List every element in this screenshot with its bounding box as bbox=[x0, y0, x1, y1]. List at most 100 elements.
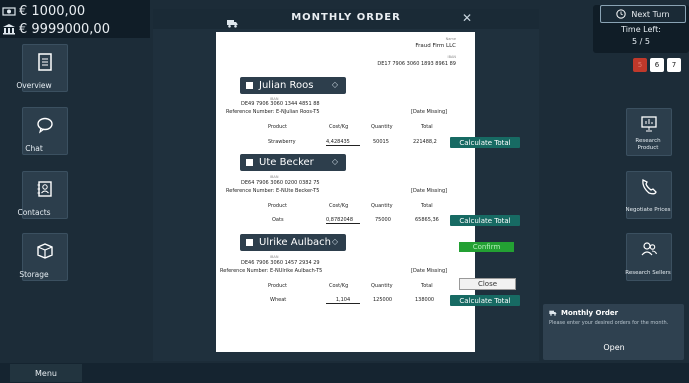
buyer-name: Fraud Firm LLC bbox=[415, 43, 456, 49]
calculate-total-button[interactable]: Calculate Total bbox=[450, 215, 520, 226]
research-sellers-label: Research Sellers bbox=[625, 270, 671, 276]
buyer-iban-label: IBAN bbox=[447, 55, 456, 59]
cash-balance: € 1000,00 bbox=[2, 2, 85, 20]
cost-field[interactable]: 1,104 bbox=[326, 297, 360, 304]
negotiate-prices-label: Negotiate Prices bbox=[625, 207, 671, 213]
chevron-down-icon: ◇ bbox=[331, 237, 338, 246]
turn-box: 6 bbox=[650, 58, 664, 72]
seller-iban-label: IBAN bbox=[270, 175, 279, 179]
cost-field[interactable]: 4,428435 bbox=[326, 139, 360, 146]
product-header: Product bbox=[268, 124, 287, 130]
seller-dropdown[interactable]: Julian Roos ◇ bbox=[240, 77, 346, 94]
bank-balance: € 9999000,00 bbox=[2, 20, 110, 38]
overview-button[interactable]: Overview bbox=[16, 44, 68, 92]
close-button[interactable]: Close bbox=[459, 278, 516, 290]
cash-balance-value: € 1000,00 bbox=[19, 3, 86, 19]
time-left-value: 5 / 5 bbox=[632, 37, 650, 46]
chat-label: Chat bbox=[25, 144, 43, 153]
buyer-name-label: Name bbox=[445, 37, 456, 41]
notification-title: Monthly Order bbox=[549, 309, 618, 317]
total-value: 221488,2 bbox=[413, 139, 437, 145]
total-value: 138000 bbox=[415, 297, 435, 303]
clock-icon bbox=[616, 9, 627, 19]
calculate-total-button[interactable]: Calculate Total bbox=[450, 137, 520, 148]
cash-icon bbox=[2, 5, 16, 17]
turn-number: 6 bbox=[654, 61, 660, 69]
seller-iban-label: IBAN bbox=[270, 255, 279, 259]
reference-number: Reference Number: E-NJulian Roos-T5 bbox=[226, 109, 320, 115]
phone-icon bbox=[642, 179, 657, 195]
product-header: Product bbox=[268, 203, 287, 209]
product-value: Oats bbox=[272, 217, 284, 223]
bottom-bar bbox=[0, 363, 689, 383]
modal-title: MONTHLY ORDER bbox=[291, 12, 401, 23]
cost-header: Cost/Kg bbox=[329, 203, 349, 209]
box-icon bbox=[37, 243, 53, 259]
truck-icon bbox=[549, 310, 557, 316]
cost-field[interactable]: 0,8782048 bbox=[326, 217, 360, 224]
storage-label: Storage bbox=[19, 270, 49, 279]
calculate-total-button[interactable]: Calculate Total bbox=[450, 295, 520, 306]
turn-box: 7 bbox=[667, 58, 681, 72]
reference-number: Reference Number: E-NUte Becker-T5 bbox=[226, 188, 320, 194]
notification-title-text: Monthly Order bbox=[561, 309, 619, 317]
confirm-button[interactable]: Confirm bbox=[459, 242, 514, 252]
chevron-down-icon: ◇ bbox=[331, 157, 338, 166]
research-product-label: Research Product bbox=[635, 138, 661, 151]
seller-checkbox[interactable] bbox=[246, 159, 253, 166]
seller-name: Ute Becker bbox=[259, 157, 314, 168]
reference-number: Reference Number: E-NUlrike Aulbach-T5 bbox=[220, 268, 323, 274]
notification-open-button[interactable]: Open bbox=[590, 343, 638, 352]
menu-button[interactable]: Menu bbox=[10, 364, 82, 382]
next-turn-button[interactable]: Next Turn bbox=[600, 5, 686, 23]
seller-iban: DE64 7906 3060 0200 0382 75 bbox=[241, 180, 320, 186]
seller-checkbox[interactable] bbox=[246, 239, 253, 246]
cost-header: Cost/Kg bbox=[329, 124, 349, 130]
quantity-field[interactable]: 75000 bbox=[375, 217, 391, 223]
turn-number: 5 bbox=[637, 61, 643, 69]
chat-button[interactable]: Chat bbox=[22, 107, 68, 155]
storage-button[interactable]: Storage bbox=[19, 233, 68, 281]
people-icon bbox=[641, 242, 658, 256]
seller-dropdown[interactable]: Ulrike Aulbach ◇ bbox=[240, 234, 346, 251]
chat-bubble-icon bbox=[37, 117, 53, 134]
seller-iban: DE49 7906 3060 1344 4851 88 bbox=[241, 101, 320, 107]
close-icon[interactable]: ✕ bbox=[462, 11, 472, 25]
quantity-field[interactable]: 125000 bbox=[373, 297, 392, 303]
seller-iban: DE46 7906 3060 1457 2934 29 bbox=[241, 260, 320, 266]
seller-dropdown[interactable]: Ute Becker ◇ bbox=[240, 154, 346, 171]
seller-checkbox[interactable] bbox=[246, 82, 253, 89]
order-date: [Date Missing] bbox=[411, 268, 448, 274]
cost-header: Cost/Kg bbox=[329, 283, 349, 289]
quantity-header: Quantity bbox=[371, 124, 393, 130]
time-left-label: Time Left: bbox=[621, 25, 661, 34]
chevron-down-icon: ◇ bbox=[331, 80, 338, 89]
bank-balance-value: € 9999000,00 bbox=[19, 21, 110, 37]
total-header: Total bbox=[421, 124, 433, 130]
notification-body: Please enter your desired orders for the… bbox=[549, 320, 669, 326]
total-header: Total bbox=[421, 203, 433, 209]
next-turn-label: Next Turn bbox=[631, 9, 670, 19]
buyer-iban: DE17 7906 3060 1893 8961 89 bbox=[377, 61, 456, 67]
document-icon bbox=[38, 53, 52, 71]
contacts-icon bbox=[37, 181, 52, 197]
total-value: 65865,36 bbox=[415, 217, 439, 223]
contacts-button[interactable]: Contacts bbox=[17, 171, 68, 219]
seller-name: Ulrike Aulbach bbox=[259, 237, 332, 248]
turn-box-current: 5 bbox=[633, 58, 647, 72]
contacts-label: Contacts bbox=[17, 208, 51, 217]
order-date: [Date Missing] bbox=[411, 109, 448, 115]
overview-label: Overview bbox=[16, 81, 52, 90]
seller-name: Julian Roos bbox=[259, 80, 314, 91]
product-value: Wheat bbox=[270, 297, 287, 303]
product-header: Product bbox=[268, 283, 287, 289]
product-value: Strawberry bbox=[268, 139, 296, 145]
quantity-header: Quantity bbox=[371, 203, 393, 209]
quantity-field[interactable]: 50015 bbox=[373, 139, 389, 145]
turn-number: 7 bbox=[671, 61, 677, 69]
order-date: [Date Missing] bbox=[411, 188, 448, 194]
total-header: Total bbox=[421, 283, 433, 289]
research-product-icon bbox=[641, 116, 657, 132]
bank-icon bbox=[2, 23, 16, 35]
quantity-header: Quantity bbox=[371, 283, 393, 289]
